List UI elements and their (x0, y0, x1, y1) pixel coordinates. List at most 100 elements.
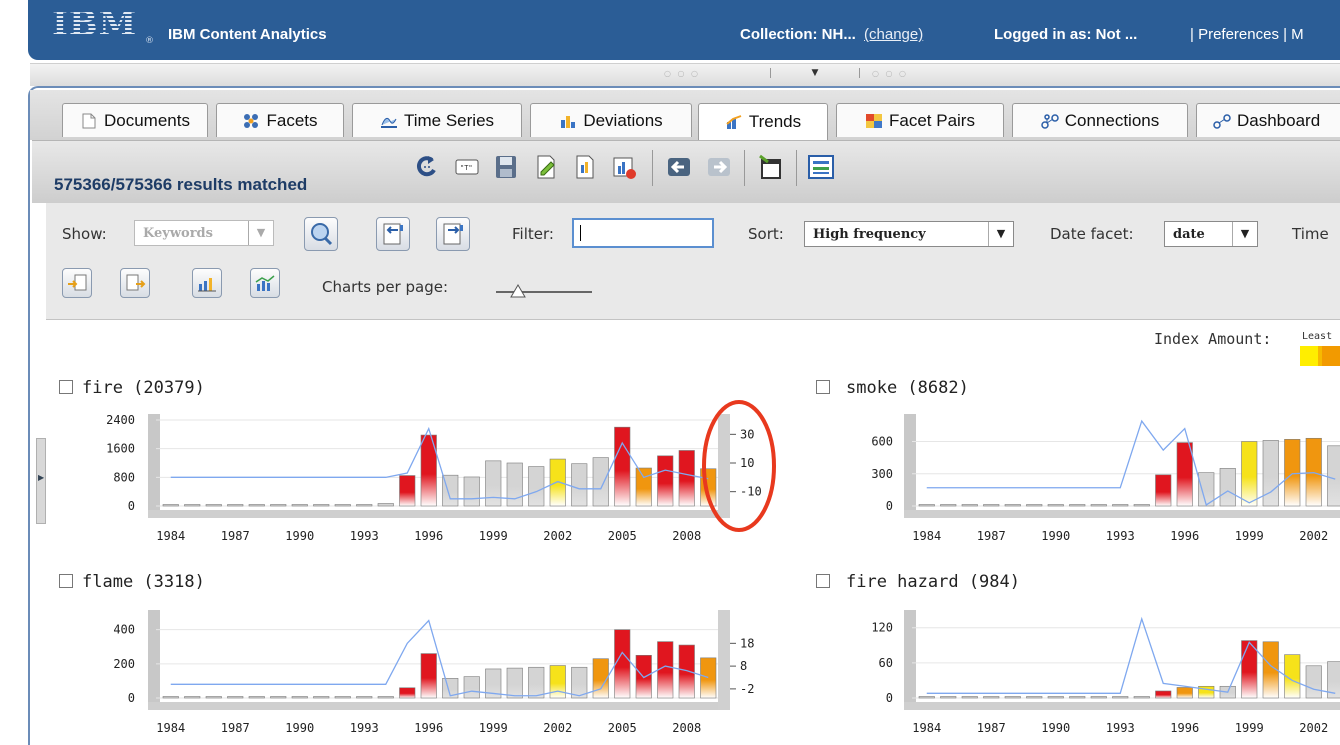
bar (701, 658, 717, 698)
x-tick-label: 2008 (672, 529, 701, 543)
bar (1285, 439, 1301, 506)
bar (550, 666, 566, 698)
bar (249, 505, 265, 507)
bar (163, 697, 179, 699)
bar (1263, 440, 1279, 506)
bar (1113, 505, 1129, 507)
bar (271, 697, 287, 699)
bar (1005, 697, 1021, 699)
bar (984, 505, 1000, 507)
bar (228, 697, 244, 699)
bar (1113, 697, 1129, 699)
x-tick-label: 1999 (479, 529, 508, 543)
bar (163, 505, 179, 507)
bar (378, 503, 394, 506)
bar (228, 505, 244, 507)
x-tick-label: 1987 (221, 529, 250, 543)
bar (335, 697, 351, 699)
x-tick-label: 1999 (479, 721, 508, 735)
y-tick-label: 0 (886, 691, 893, 705)
bar (378, 697, 394, 699)
bar (529, 467, 545, 506)
bar (1048, 505, 1064, 507)
bar (1177, 443, 1193, 506)
trend-charts: 080016002400-101030198419871990199319961… (0, 0, 1340, 743)
bar (185, 505, 201, 507)
bar (1242, 442, 1258, 507)
x-tick-label: 1999 (1235, 529, 1264, 543)
bar (292, 505, 308, 507)
bar (206, 505, 222, 507)
x-tick-label: 1993 (350, 529, 379, 543)
bar (572, 464, 588, 506)
x-axis-strip (904, 702, 1340, 710)
x-tick-label: 2002 (543, 721, 572, 735)
y-axis-strip (148, 414, 160, 518)
x-tick-label: 1996 (1170, 529, 1199, 543)
bar (357, 505, 373, 507)
secondary-tick-label: 8 (740, 659, 747, 673)
bar (593, 458, 609, 506)
bar (335, 505, 351, 507)
x-axis-strip (148, 702, 719, 710)
x-tick-label: 1990 (1041, 721, 1070, 735)
bar (1048, 697, 1064, 699)
bar (615, 630, 631, 698)
bar (984, 697, 1000, 699)
secondary-tick-label: 18 (740, 636, 754, 650)
bar (919, 505, 935, 507)
bar (1156, 475, 1172, 506)
bar (464, 677, 480, 698)
bar (658, 642, 674, 698)
bar (271, 505, 287, 507)
x-tick-label: 1984 (912, 529, 941, 543)
y-axis-strip (148, 610, 160, 710)
bar (1177, 687, 1193, 698)
y-tick-label: 120 (871, 621, 893, 635)
bar (249, 697, 265, 699)
bar (1070, 505, 1086, 507)
y-tick-label: 600 (871, 435, 893, 449)
x-axis-strip (148, 510, 719, 518)
bar (1220, 468, 1236, 506)
y-axis-strip (904, 610, 916, 710)
bar (941, 505, 957, 507)
bar (464, 477, 480, 506)
bar (1134, 697, 1150, 699)
bar (658, 456, 674, 506)
y-tick-label: 1600 (106, 442, 135, 456)
x-tick-label: 1990 (285, 529, 314, 543)
bar (615, 427, 631, 506)
x-tick-label: 1984 (156, 721, 185, 735)
x-tick-label: 1999 (1235, 721, 1264, 735)
x-tick-label: 2002 (1299, 529, 1328, 543)
bar (507, 668, 523, 698)
x-tick-label: 1990 (285, 721, 314, 735)
bar (962, 697, 978, 699)
bar (1027, 697, 1043, 699)
bar (550, 459, 566, 506)
bar (593, 659, 609, 698)
x-tick-label: 2008 (672, 721, 701, 735)
bar (1306, 666, 1322, 698)
y-tick-label: 300 (871, 467, 893, 481)
bar (919, 697, 935, 699)
bar (206, 697, 222, 699)
bar (400, 688, 416, 698)
bar (679, 645, 695, 698)
bar (962, 505, 978, 507)
bar (529, 667, 545, 698)
secondary-tick-label: -2 (740, 682, 754, 696)
bar (292, 697, 308, 699)
y-tick-label: 400 (113, 623, 135, 637)
x-tick-label: 1984 (156, 529, 185, 543)
y-tick-label: 800 (113, 470, 135, 484)
highlight-annotation (700, 398, 778, 534)
y-tick-label: 0 (128, 499, 135, 513)
bar (1070, 697, 1086, 699)
y-tick-label: 200 (113, 657, 135, 671)
x-tick-label: 1993 (350, 721, 379, 735)
y-tick-label: 0 (886, 499, 893, 513)
bar (400, 476, 416, 506)
x-axis-strip (904, 510, 1340, 518)
